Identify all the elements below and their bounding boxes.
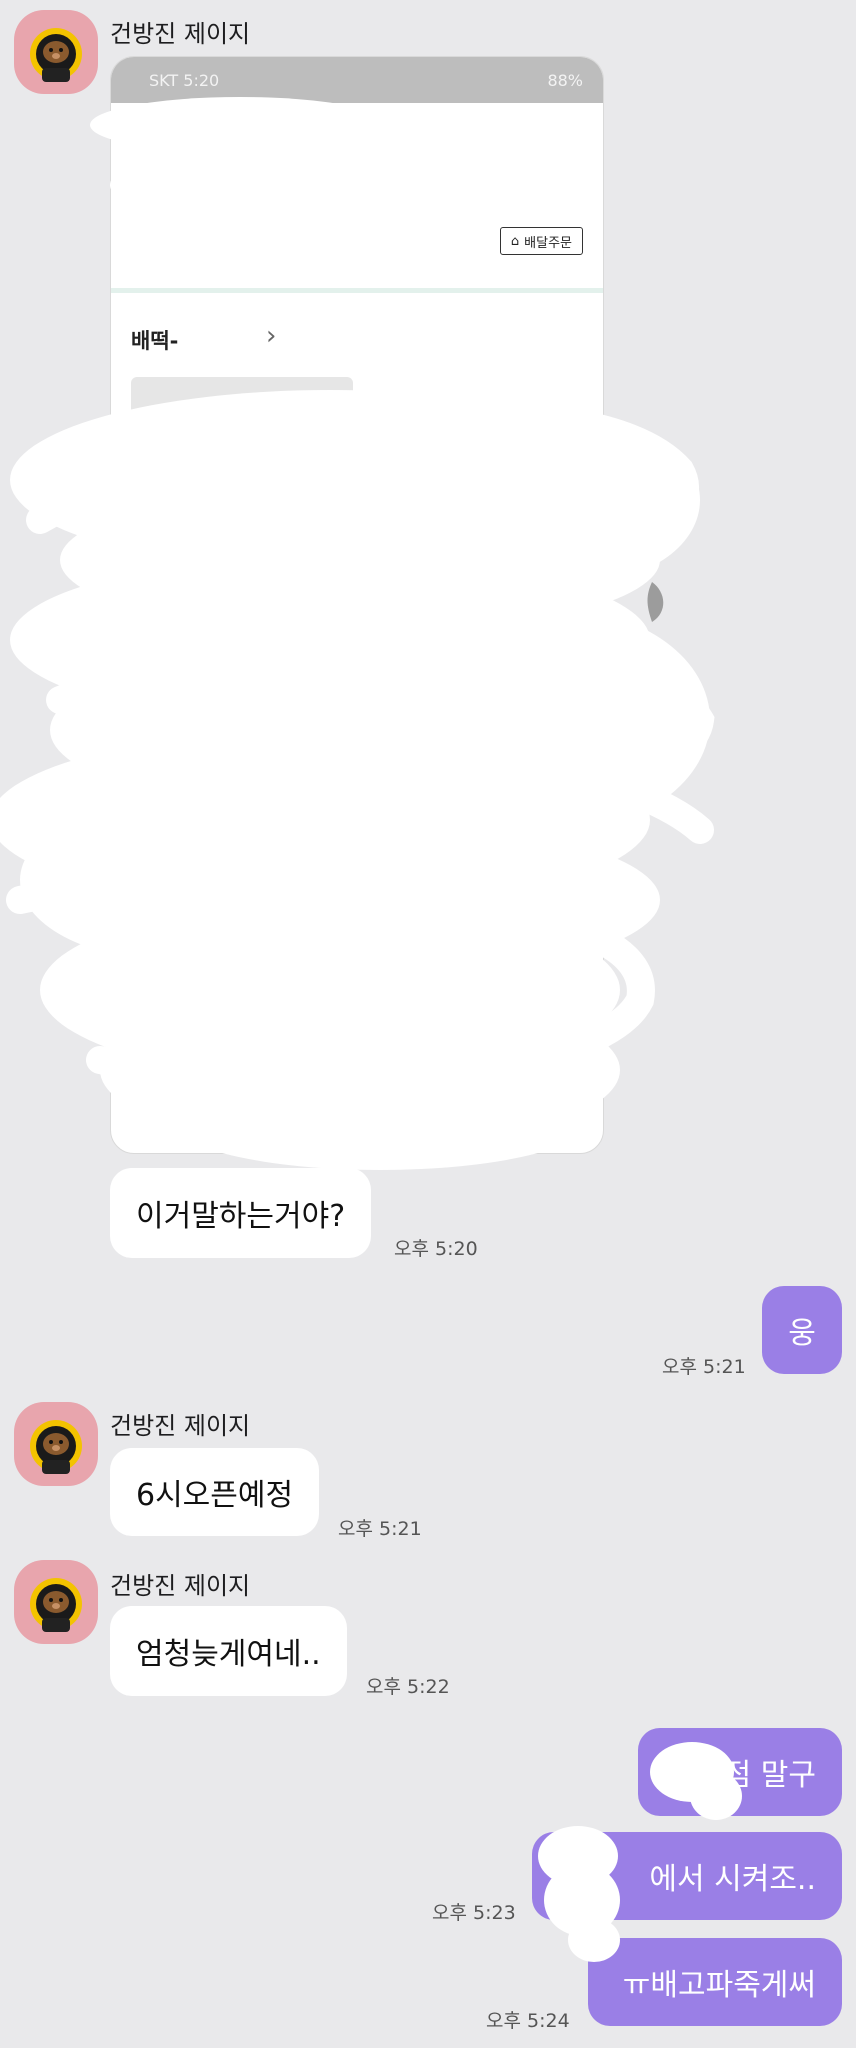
avatar[interactable] [14, 10, 98, 94]
message-time: 오후 5:21 [338, 1518, 422, 1540]
shot-store-section: 배떡- › 재주문 [111, 293, 603, 473]
message-text: 6시오픈예정 [136, 1478, 294, 1513]
message-text: 엄청늦게여네.. [136, 1637, 321, 1672]
message-time: 오후 5:21 [662, 1356, 746, 1378]
shot-reorder-button: 재주문 [131, 377, 353, 429]
shot-code-fragment: N67 [560, 467, 587, 482]
message-bubble-outgoing[interactable]: ㅠ배고파죽게써 [588, 1938, 842, 2026]
shared-screenshot-image[interactable]: SKT 5:20 88% ⌂ 배달주문 배떡- › 재주문 N67 [110, 56, 604, 1154]
avatar-character-icon [30, 1578, 82, 1632]
shot-status-bar: SKT 5:20 88% [111, 57, 603, 103]
shot-store-name: 배떡- [131, 329, 179, 353]
message-time: 오후 5:20 [394, 1238, 478, 1260]
message-text: 점 말구 [723, 1758, 816, 1793]
message-bubble-incoming[interactable]: 이거말하는거야? [110, 1168, 372, 1258]
sender-name: 건방진 제이지 [110, 1412, 251, 1440]
avatar-character-icon [30, 1420, 82, 1474]
shot-order-type-label: 배달주문 [524, 235, 572, 251]
shot-order-header: ⌂ 배달주문 [111, 103, 603, 293]
scooter-icon: ⌂ [510, 233, 520, 249]
message-time: 오후 5:23 [432, 1902, 516, 1924]
shot-status-carrier: SKT 5:20 [149, 70, 220, 90]
sender-name: 건방진 제이지 [110, 20, 251, 48]
message-text: 에서 시켜조.. [649, 1862, 816, 1897]
message-text: 웅 [788, 1316, 816, 1351]
message-bubble-outgoing[interactable]: 웅 [762, 1286, 842, 1374]
avatar[interactable] [14, 1402, 98, 1486]
message-text: ㅠ배고파죽게써 [622, 1968, 816, 2003]
shot-order-type-tag: ⌂ 배달주문 [499, 227, 583, 255]
chevron-right-icon: › [266, 321, 277, 351]
message-time: 오후 5:22 [366, 1676, 450, 1698]
message-time: 오후 5:24 [486, 2010, 570, 2032]
message-bubble-incoming[interactable]: 6시오픈예정 [110, 1448, 320, 1536]
message-bubble-outgoing[interactable]: 점 말구 [638, 1728, 842, 1816]
avatar[interactable] [14, 1560, 98, 1644]
sender-name: 건방진 제이지 [110, 1572, 251, 1600]
shot-status-battery: 88% [547, 70, 583, 90]
message-bubble-outgoing[interactable]: 에서 시켜조.. [532, 1832, 842, 1920]
message-bubble-incoming[interactable]: 엄청늦게여네.. [110, 1606, 347, 1696]
message-text: 이거말하는거야? [136, 1199, 346, 1234]
avatar-character-icon [30, 28, 82, 82]
